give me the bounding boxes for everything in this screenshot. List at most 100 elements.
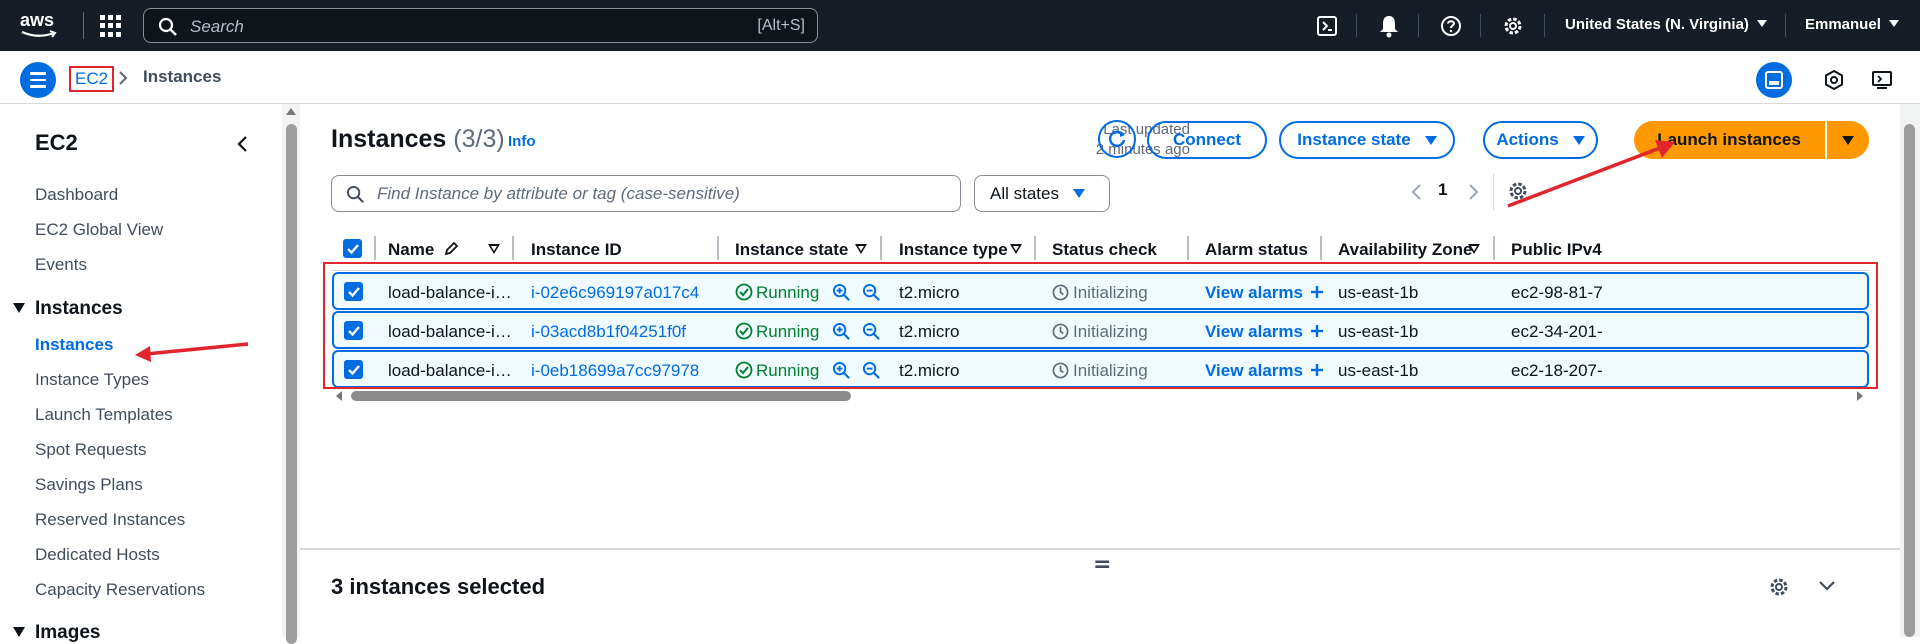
table-horizontal-scrollbar[interactable] xyxy=(331,386,1871,404)
view-alarms-link[interactable]: View alarms xyxy=(1205,283,1324,303)
table-preferences-gear-icon[interactable] xyxy=(1507,180,1529,202)
plus-icon xyxy=(1310,364,1323,376)
breadcrumb-current: Instances xyxy=(143,67,222,86)
sidebar-section-instances[interactable]: Instances xyxy=(13,298,123,320)
account-menu[interactable]: Emmanuel xyxy=(1805,16,1899,33)
zoom-in-icon[interactable] xyxy=(832,361,851,380)
hexagon-feedback-icon[interactable] xyxy=(1816,62,1852,98)
instance-type: t2.micro xyxy=(899,283,960,302)
status-check: Initializing xyxy=(1052,283,1148,303)
row-checkbox[interactable] xyxy=(344,321,363,340)
public-ipv4: ec2-18-207- xyxy=(1511,361,1603,380)
launch-instances-button[interactable]: Launch instances xyxy=(1634,121,1824,159)
tools-panel-icon[interactable] xyxy=(1864,62,1900,98)
collapse-panel-chevron-down-icon[interactable] xyxy=(1818,580,1836,592)
notifications-bell-icon[interactable] xyxy=(1376,13,1402,39)
column-header-availability-zone[interactable]: Availability Zone xyxy=(1338,240,1472,260)
refresh-button[interactable] xyxy=(1098,120,1136,158)
zoom-in-icon[interactable] xyxy=(832,322,851,341)
search-icon xyxy=(158,17,177,36)
column-header-instance-type[interactable]: Instance type xyxy=(899,240,1008,260)
instance-count: (3/3) xyxy=(453,125,505,153)
user-name: Emmanuel xyxy=(1805,16,1881,33)
status-check: Initializing xyxy=(1052,361,1148,381)
clock-icon xyxy=(1052,323,1069,340)
sort-icon[interactable] xyxy=(1468,244,1480,254)
instance-id-link[interactable]: i-03acd8b1f04251f0f xyxy=(531,322,686,342)
select-all-checkbox[interactable] xyxy=(343,239,362,258)
actions-label: Actions xyxy=(1496,130,1559,149)
split-panel-drag-handle[interactable]: = xyxy=(1093,552,1111,577)
sidebar-item-dedicated-hosts[interactable]: Dedicated Hosts xyxy=(35,545,160,565)
expand-triangle-icon xyxy=(13,627,25,637)
sidebar-item-events[interactable]: Events xyxy=(35,255,87,275)
hamburger-menu-button[interactable] xyxy=(20,62,56,98)
next-page-icon[interactable] xyxy=(1468,183,1480,201)
sidebar-item-capacity-reservations[interactable]: Capacity Reservations xyxy=(35,580,205,600)
services-grid-icon[interactable] xyxy=(100,15,122,37)
sort-icon[interactable] xyxy=(855,244,867,254)
instance-id-link[interactable]: i-0eb18699a7cc97978 xyxy=(531,361,699,381)
table-row[interactable]: load-balance-i… i-03acd8b1f04251f0f Runn… xyxy=(332,311,1869,349)
view-alarms-link[interactable]: View alarms xyxy=(1205,322,1324,342)
previous-page-icon[interactable] xyxy=(1410,183,1422,201)
launch-dropdown-button[interactable] xyxy=(1827,121,1869,159)
aws-logo-text: aws xyxy=(20,10,55,30)
filter-search-input[interactable]: Find Instance by attribute or tag (case-… xyxy=(331,175,961,212)
zoom-out-icon[interactable] xyxy=(862,361,881,380)
chevron-down-icon xyxy=(1572,135,1585,145)
view-alarms-link[interactable]: View alarms xyxy=(1205,361,1324,381)
instance-type: t2.micro xyxy=(899,322,960,341)
sidebar-item-dashboard[interactable]: Dashboard xyxy=(35,185,118,205)
sidebar-scrollbar[interactable] xyxy=(282,104,300,644)
sidebar-item-launch-templates[interactable]: Launch Templates xyxy=(35,405,173,425)
table-row[interactable]: load-balance-i… i-0eb18699a7cc97978 Runn… xyxy=(332,350,1869,388)
aws-logo[interactable]: aws xyxy=(20,10,64,40)
region-selector[interactable]: United States (N. Virginia) xyxy=(1565,16,1767,33)
help-icon[interactable] xyxy=(1438,13,1464,39)
sidebar-item-reserved-instances[interactable]: Reserved Instances xyxy=(35,510,185,530)
sidebar-section-images[interactable]: Images xyxy=(13,622,100,644)
page-number[interactable]: 1 xyxy=(1438,180,1447,200)
column-header-public-ipv4[interactable]: Public IPv4 xyxy=(1511,240,1602,260)
section-label: Instances xyxy=(35,298,123,319)
sidebar-item-instances[interactable]: Instances xyxy=(35,335,113,355)
zoom-out-icon[interactable] xyxy=(862,283,881,302)
availability-zone: us-east-1b xyxy=(1338,322,1419,341)
sort-icon[interactable] xyxy=(1010,244,1022,254)
main-vertical-scrollbar[interactable] xyxy=(1900,104,1920,637)
split-panel-settings-gear-icon[interactable] xyxy=(1768,576,1790,598)
column-header-instance-id[interactable]: Instance ID xyxy=(531,240,622,260)
sort-icon[interactable] xyxy=(488,244,500,254)
section-label: Images xyxy=(35,622,101,643)
instance-name: load-balance-i… xyxy=(388,322,512,341)
collapse-sidebar-icon[interactable] xyxy=(236,135,248,153)
availability-zone: us-east-1b xyxy=(1338,361,1419,380)
column-header-alarm-status[interactable]: Alarm status xyxy=(1205,240,1308,260)
split-panel-icon[interactable] xyxy=(1756,62,1792,98)
sidebar-item-savings-plans[interactable]: Savings Plans xyxy=(35,475,143,495)
sidebar-item-spot-requests[interactable]: Spot Requests xyxy=(35,440,147,460)
all-states-select[interactable]: All states xyxy=(974,175,1110,212)
actions-dropdown[interactable]: Actions xyxy=(1483,121,1598,159)
instance-state-dropdown[interactable]: Instance state xyxy=(1279,121,1455,159)
zoom-in-icon[interactable] xyxy=(832,283,851,302)
table-row[interactable]: load-balance-i… i-02e6c969197a017c4 Runn… xyxy=(332,272,1869,310)
sidebar-item-global-view[interactable]: EC2 Global View xyxy=(35,220,163,240)
row-checkbox[interactable] xyxy=(344,360,363,379)
column-header-status-check[interactable]: Status check xyxy=(1052,240,1157,260)
zoom-out-icon[interactable] xyxy=(862,322,881,341)
column-header-name[interactable]: Name xyxy=(388,240,459,260)
plus-icon xyxy=(1310,325,1323,337)
breadcrumb-ec2-link[interactable]: EC2 xyxy=(69,66,115,92)
search-input[interactable]: Search [Alt+S] xyxy=(143,8,818,43)
connect-button[interactable]: Connect xyxy=(1147,121,1267,159)
instance-id-link[interactable]: i-02e6c969197a017c4 xyxy=(531,283,699,303)
column-header-instance-state[interactable]: Instance state xyxy=(735,240,848,260)
search-icon xyxy=(346,185,364,203)
sidebar-item-instance-types[interactable]: Instance Types xyxy=(35,370,149,390)
cloudshell-icon[interactable] xyxy=(1314,13,1340,39)
settings-gear-icon[interactable] xyxy=(1500,13,1526,39)
row-checkbox[interactable] xyxy=(344,282,363,301)
info-link[interactable]: Info xyxy=(508,133,536,150)
